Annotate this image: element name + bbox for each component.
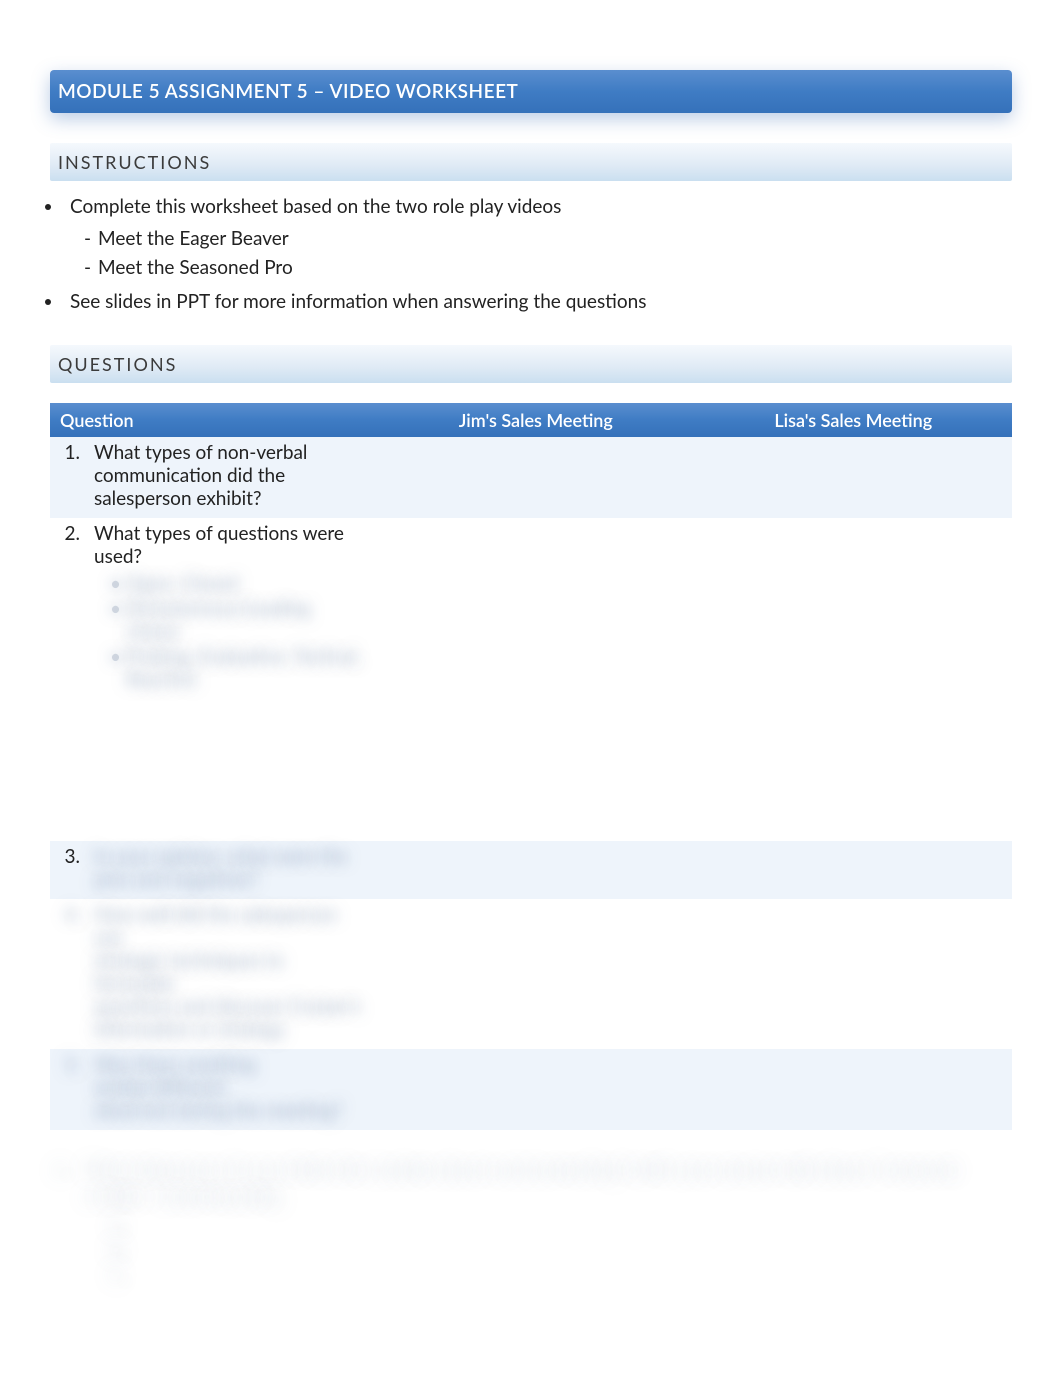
obscured-text: What takeaways do you think this module … <box>84 1158 957 1181</box>
answer-cell-lisa <box>695 518 1012 701</box>
instruction-item: See slides in PPT for more information w… <box>64 288 1012 316</box>
instruction-subitem: Meet the Eager Beaver <box>98 225 1012 253</box>
obscured-text: Was there anything similar/different obs… <box>94 1053 367 1122</box>
question-number: 4. <box>60 903 80 1041</box>
table-row: 4. How well did the salesperson use stra… <box>50 899 1012 1049</box>
obscured-text: Dichotomous/Leading choice <box>126 597 367 643</box>
question-text: What types of non-verbal communication d… <box>94 441 367 510</box>
table-row: 2. What types of questions were used? Op… <box>50 518 1012 701</box>
questions-table-continued: 3. In your opinion, what were the pros a… <box>50 841 1012 1130</box>
question-number: 3. <box>60 845 80 891</box>
answer-cell-lisa <box>695 437 1012 518</box>
question-number: 6. <box>50 1158 70 1181</box>
instruction-text: Complete this worksheet based on the two… <box>70 195 561 218</box>
table-row: 3. In your opinion, what were the pros a… <box>50 841 1012 899</box>
questions-heading: QUESTIONS <box>50 345 1012 383</box>
obscured-text: How well did the salesperson use strateg… <box>94 903 367 1041</box>
answer-cell-jim <box>377 518 694 701</box>
questions-table: Question Jim's Sales Meeting Lisa's Sale… <box>50 403 1012 701</box>
answer-cell-lisa <box>695 1049 1012 1130</box>
question-number: 1. <box>60 441 80 510</box>
free-response-question: 6. What takeaways do you think this modu… <box>50 1158 1012 1288</box>
assignment-title: MODULE 5 ASSIGNMENT 5 – VIDEO WORKSHEET <box>50 70 1012 113</box>
answer-cell-jim <box>377 437 694 518</box>
instruction-subitem: Meet the Seasoned Pro <box>98 254 1012 282</box>
answer-cell-jim <box>377 1049 694 1130</box>
instructions-heading: INSTRUCTIONS <box>50 143 1012 181</box>
col-header-jim: Jim's Sales Meeting <box>377 403 694 437</box>
answer-cell-jim <box>377 899 694 1049</box>
instructions-list: Complete this worksheet based on the two… <box>50 193 1012 315</box>
question-text: What types of questions were used? Open,… <box>94 522 367 693</box>
instruction-text: See slides in PPT for more information w… <box>70 290 647 313</box>
answer-cell-jim <box>377 841 694 899</box>
answer-cell-lisa <box>695 841 1012 899</box>
answer-blanks: A. B. C. <box>110 1214 1012 1288</box>
table-row: 1. What types of non-verbal communicatio… <box>50 437 1012 518</box>
instruction-sublist: Meet the Eager Beaver Meet the Seasoned … <box>70 225 1012 282</box>
col-header-question: Question <box>50 403 377 437</box>
answer-cell-lisa <box>695 899 1012 1049</box>
question-number: 5. <box>60 1053 80 1122</box>
obscured-text: In your opinion, what were the pros and … <box>94 845 367 891</box>
col-header-lisa: Lisa's Sales Meeting <box>695 403 1012 437</box>
obscured-text: Skills / Understanding <box>99 1185 281 1208</box>
instruction-item: Complete this worksheet based on the two… <box>64 193 1012 282</box>
obscured-text: Open, Closed <box>126 572 367 595</box>
table-row: 5. Was there anything similar/different … <box>50 1049 1012 1130</box>
obscured-text: Probing, Evaluative, Tactical, Reactive <box>126 645 367 691</box>
question-number: 2. <box>60 522 80 693</box>
